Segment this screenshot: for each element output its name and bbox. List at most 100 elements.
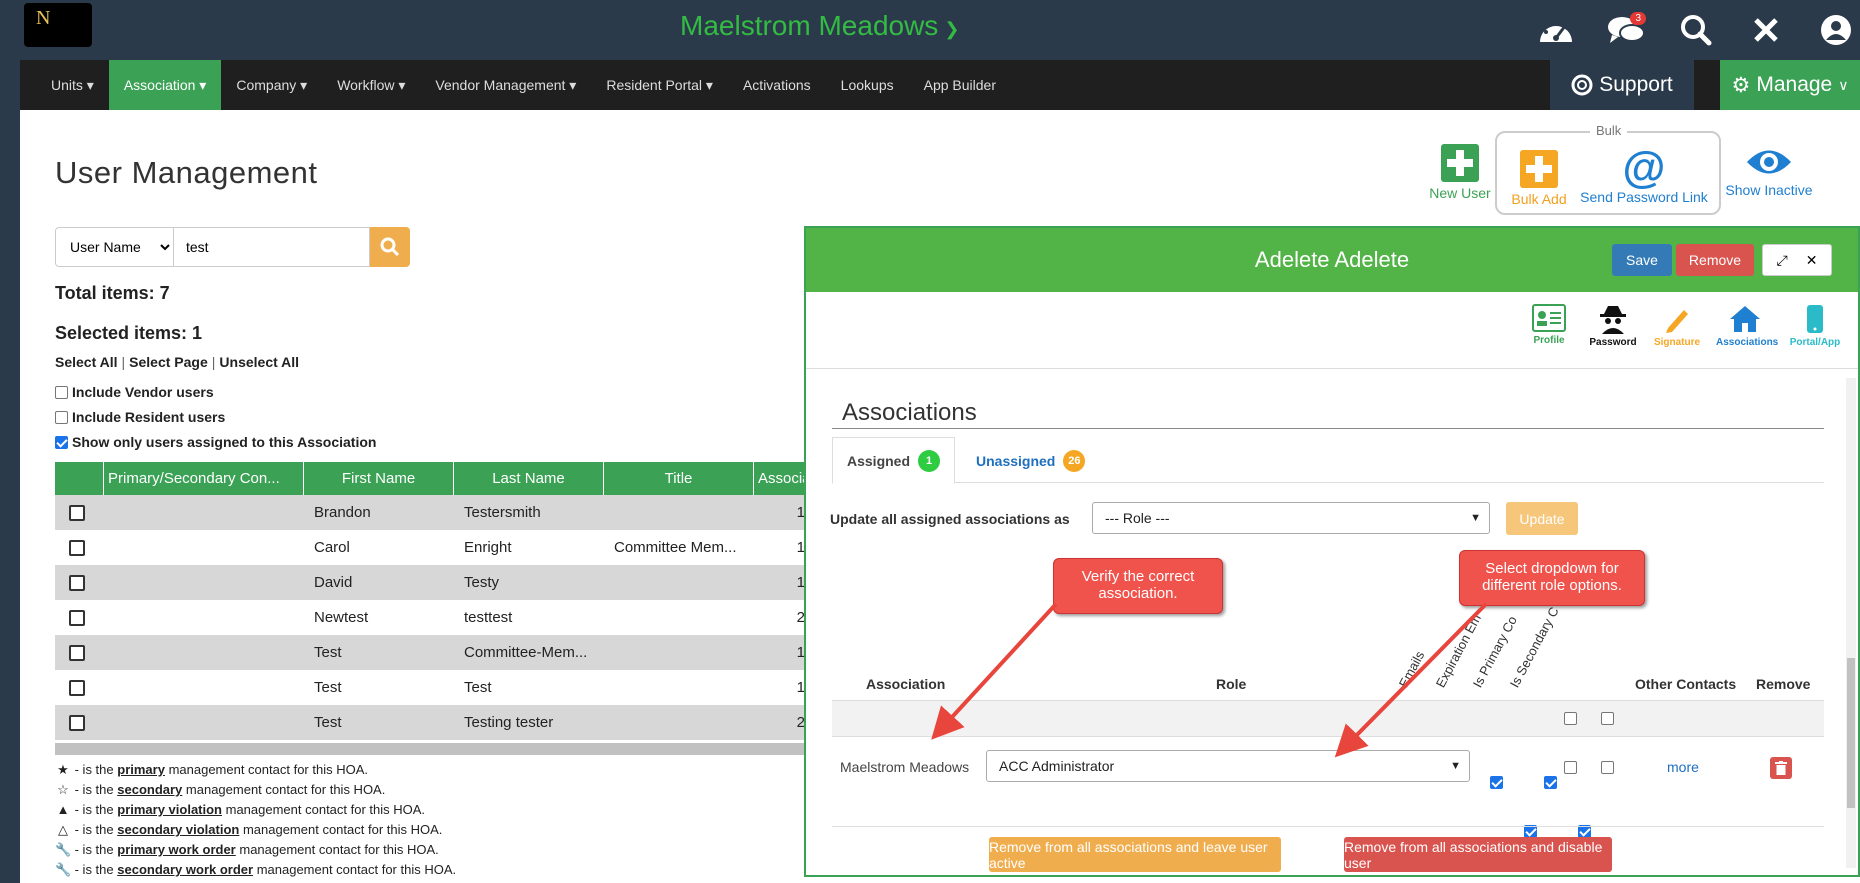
nav-company[interactable]: Company ▾ [221,60,322,110]
cell-last-name: Committee-Mem... [464,644,588,661]
mobile-phone-icon [1807,305,1823,333]
remove-all-disable-button[interactable]: Remove from all associations and disable… [1344,837,1612,872]
cell-last-name: Testy [464,574,500,591]
search-icon[interactable] [1672,6,1720,54]
table-row[interactable]: Test Testing tester 2 [55,705,805,740]
tab-unassigned[interactable]: Unassigned 26 [962,437,1099,484]
site-name: Maelstrom Meadows [680,10,939,41]
update-all-label: Update all assigned associations as [830,511,1070,527]
table-row[interactable]: Test Test 1 [55,670,805,705]
eye-icon [1747,150,1791,174]
table-row[interactable]: Brandon Testersmith 1 [55,495,805,530]
nav-units[interactable]: Units ▾ [36,60,109,110]
row-checkbox[interactable] [69,609,85,626]
row-association-name: Maelstrom Meadows [840,759,970,775]
cell-first-name: David [314,574,353,591]
col-first-name[interactable]: First Name [304,462,454,495]
cell-first-name: Brandon [314,504,371,521]
expand-icon[interactable]: ⤢ [1777,252,1788,269]
table-row[interactable]: Newtest testtest 2 [55,600,805,635]
support-button[interactable]: Support [1550,60,1694,110]
include-resident-checkbox[interactable]: Include Resident users [55,409,225,425]
dashboard-icon[interactable] [1532,6,1580,54]
table-row[interactable]: Test Committee-Mem... 1 [55,635,805,670]
nav-activations[interactable]: Activations [728,60,826,110]
table-row[interactable]: David Testy 1 [55,565,805,600]
bulk-label: Bulk [1590,123,1628,138]
all-expiration-checkbox[interactable] [1543,776,1557,789]
tab-signature[interactable]: Signature [1652,304,1702,348]
all-emails-checkbox[interactable] [1490,776,1503,789]
company-logo[interactable]: N [24,3,92,47]
chat-notifications-icon[interactable]: 3 [1602,6,1650,54]
update-button[interactable]: Update [1506,502,1578,535]
users-grid: Primary/Secondary Con... First Name Last… [55,462,805,740]
row-secondary-checkbox[interactable] [1601,761,1614,774]
select-page-link[interactable]: Select Page [129,354,208,370]
cell-association-count: 2 [796,714,805,731]
row-checkbox[interactable] [69,539,85,556]
modal-scrollbar[interactable] [1846,378,1856,868]
nav-vendor-management[interactable]: Vendor Management ▾ [420,60,591,110]
show-inactive-button[interactable]: Show Inactive [1723,145,1815,198]
manage-button[interactable]: ⚙ Manage ∨ [1720,60,1860,110]
tab-assigned[interactable]: Assigned 1 [832,437,956,484]
gear-icon: ⚙ [1731,73,1751,97]
close-icon[interactable] [1742,6,1790,54]
nav-resident-portal[interactable]: Resident Portal ▾ [591,60,728,110]
cell-association-count: 1 [796,574,805,591]
remove-all-leave-active-button[interactable]: Remove from all associations and leave u… [989,837,1281,872]
close-icon[interactable]: ✕ [1806,252,1818,269]
row-checkbox[interactable] [69,644,85,661]
row-checkbox[interactable] [69,714,85,731]
cell-first-name: Test [314,714,342,731]
row-role-select[interactable]: ACC Administrator ▼ [986,750,1470,782]
save-button[interactable]: Save [1612,244,1672,276]
grid-horizontal-scrollbar[interactable] [55,743,805,755]
cell-association-count: 2 [796,609,805,626]
table-row[interactable]: Carol Enright Committee Mem... 1 [55,530,805,565]
nav-lookups[interactable]: Lookups [826,60,909,110]
tab-profile[interactable]: Profile [1524,304,1574,348]
cell-first-name: Carol [314,539,350,556]
nav-workflow[interactable]: Workflow ▾ [322,60,420,110]
row-primary-checkbox[interactable] [1564,761,1577,774]
all-secondary-checkbox[interactable] [1601,712,1614,725]
star-outline-icon: ☆ [57,782,69,797]
all-primary-checkbox[interactable] [1564,712,1577,725]
search-input[interactable] [174,227,370,267]
col-title[interactable]: Title [604,462,754,495]
cell-last-name: Test [464,679,492,696]
association-switcher[interactable]: Maelstrom Meadows ❯ [680,10,959,42]
col-last-name[interactable]: Last Name [454,462,604,495]
row-checkbox[interactable] [69,504,85,521]
select-all-link[interactable]: Select All [55,354,118,370]
legend-item: 🔧 - is the primary work order management… [55,840,456,860]
id-card-icon [1532,304,1566,332]
cell-association-count: 1 [796,504,805,521]
row-checkbox[interactable] [69,679,85,696]
remove-button[interactable]: Remove [1676,244,1754,276]
col-primary-secondary[interactable]: Primary/Secondary Con... [104,462,304,495]
search-button[interactable] [370,227,410,267]
nav-association[interactable]: Association ▾ [108,60,222,110]
remove-association-button[interactable] [1770,757,1792,779]
tab-portal-app[interactable]: Portal/App [1788,304,1842,348]
send-password-link-button[interactable]: @ Send Password Link [1574,146,1714,206]
user-account-icon[interactable] [1812,6,1860,54]
nav-app-builder[interactable]: App Builder [909,60,1011,110]
plus-icon [1520,150,1558,188]
show-assigned-checkbox[interactable]: Show only users assigned to this Associa… [55,434,376,450]
col-association[interactable]: Associa [754,462,805,495]
bulk-add-button[interactable]: Bulk Add [1505,150,1573,207]
bulk-role-select[interactable]: --- Role --- ▼ [1092,502,1490,534]
unselect-all-link[interactable]: Unselect All [219,354,299,370]
search-field-select[interactable]: User Name [55,227,174,267]
row-checkbox[interactable] [69,574,85,591]
more-contacts-link[interactable]: more [1667,759,1699,775]
new-user-button[interactable]: New User [1420,144,1500,201]
include-vendor-checkbox[interactable]: Include Vendor users [55,384,214,400]
tab-password[interactable]: Password [1588,304,1638,348]
star-icon: ★ [57,762,69,777]
tab-associations[interactable]: Associations [1716,304,1778,348]
